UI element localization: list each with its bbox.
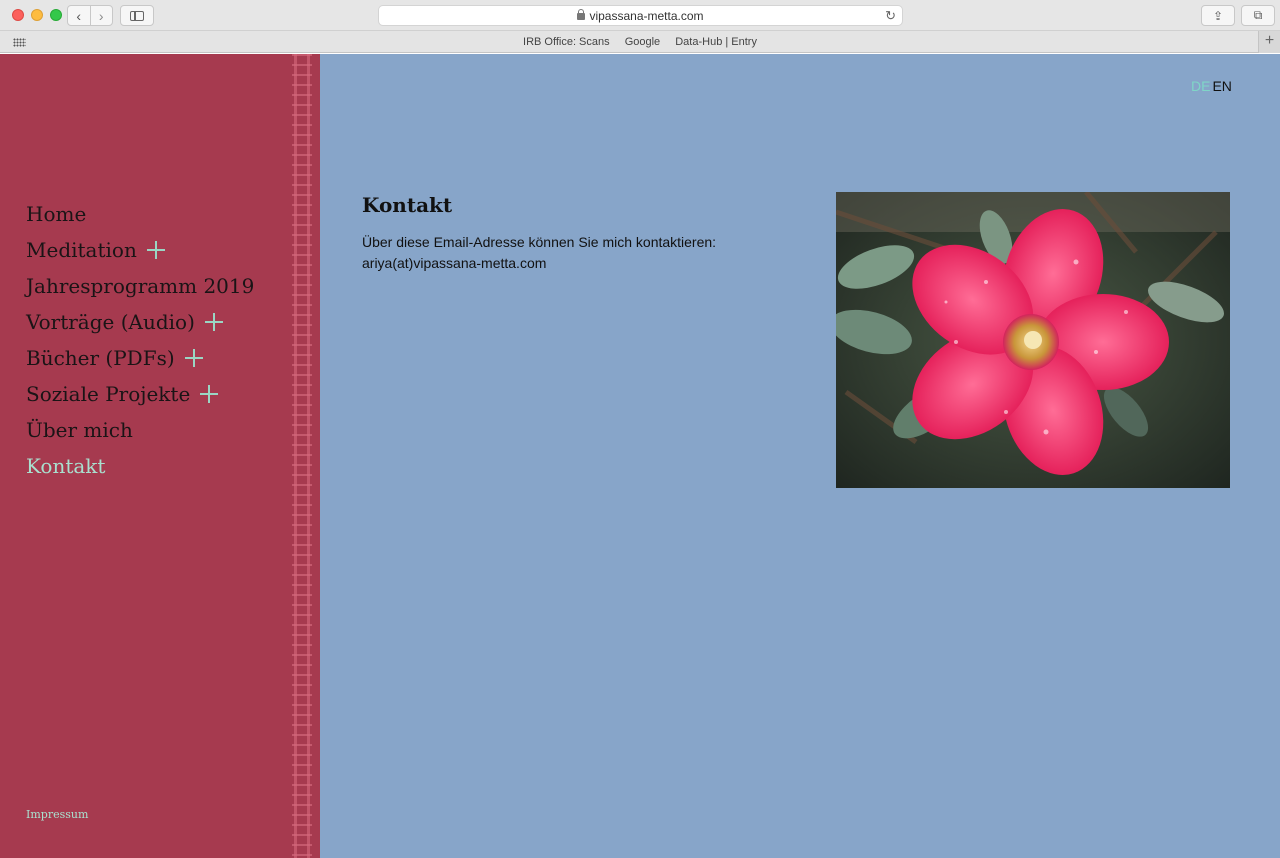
tabs-icon: ⧉ (1253, 8, 1263, 22)
nav-item-soziale-projekte[interactable]: Soziale Projekte (26, 376, 254, 412)
nav-item-buecher[interactable]: Bücher (PDFs) (26, 340, 254, 376)
nav-item-jahresprogramm[interactable]: Jahresprogramm 2019 (26, 268, 254, 304)
nav-label: Kontakt (26, 454, 106, 478)
bookmark-link[interactable]: Google (625, 36, 660, 48)
history-nav: ‹ › (67, 5, 113, 26)
forward-icon[interactable]: › (91, 6, 113, 25)
nav-item-kontakt[interactable]: Kontakt (26, 448, 254, 484)
lock-icon (577, 9, 586, 20)
flower-photo (836, 192, 1230, 488)
nav-label: Meditation (26, 238, 137, 262)
nav-item-meditation[interactable]: Meditation (26, 232, 254, 268)
impressum-link[interactable]: Impressum (26, 808, 88, 821)
nav-label: Bücher (PDFs) (26, 346, 175, 370)
minimize-window-button[interactable] (31, 9, 43, 21)
contact-intro: Über diese Email-Adresse können Sie mich… (362, 234, 717, 250)
expand-plus-icon[interactable] (204, 313, 223, 331)
back-icon[interactable]: ‹ (68, 6, 91, 25)
language-en-link[interactable]: EN (1212, 78, 1231, 94)
nav-item-ueber-mich[interactable]: Über mich (26, 412, 254, 448)
sidebar-icon (130, 10, 144, 21)
sidebar-toggle-button[interactable] (120, 5, 154, 26)
close-window-button[interactable] (12, 9, 24, 21)
nav-item-home[interactable]: Home (26, 196, 254, 232)
address-text: vipassana-metta.com (589, 8, 704, 23)
page-title: Kontakt (362, 193, 453, 217)
bookmarks-bar: IRB Office: Scans Google Data-Hub | Entr… (0, 31, 1280, 53)
nav-label: Vorträge (Audio) (26, 310, 195, 334)
pink-flower-icon (836, 192, 1230, 488)
expand-plus-icon[interactable] (146, 241, 165, 259)
share-button[interactable]: ⇪ (1201, 5, 1235, 26)
expand-plus-icon[interactable] (184, 349, 203, 367)
zoom-window-button[interactable] (50, 9, 62, 21)
contact-email: ariya(at)vipassana-metta.com (362, 255, 547, 271)
nav-label: Über mich (26, 418, 133, 442)
expand-plus-icon[interactable] (200, 385, 219, 403)
bookmark-link[interactable]: Data-Hub | Entry (675, 36, 757, 48)
nav-label: Jahresprogramm 2019 (26, 274, 255, 298)
reload-icon[interactable]: ↻ (885, 8, 896, 24)
nav-label: Soziale Projekte (26, 382, 191, 406)
main-navigation: Home Meditation Jahresprogramm 2019 Vort… (26, 196, 254, 484)
show-tabs-button[interactable]: ⧉ (1241, 5, 1275, 26)
page-content: Home Meditation Jahresprogramm 2019 Vort… (0, 54, 1280, 858)
language-de-link[interactable]: DE (1191, 78, 1210, 94)
browser-titlebar: ‹ › vipassana-metta.com ↻ ⇪ ⧉ (0, 0, 1280, 31)
bookmark-link[interactable]: IRB Office: Scans (523, 36, 610, 48)
nav-label: Home (26, 202, 87, 226)
contact-text: Über diese Email-Adresse können Sie mich… (362, 232, 716, 274)
new-tab-button[interactable]: + (1258, 31, 1280, 53)
nav-item-vortraege[interactable]: Vorträge (Audio) (26, 304, 254, 340)
meander-border (292, 54, 312, 858)
sidebar: Home Meditation Jahresprogramm 2019 Vort… (0, 54, 320, 858)
language-switcher: DE EN (1191, 78, 1232, 94)
share-icon: ⇪ (1212, 8, 1224, 23)
address-bar[interactable]: vipassana-metta.com ↻ (378, 5, 903, 26)
